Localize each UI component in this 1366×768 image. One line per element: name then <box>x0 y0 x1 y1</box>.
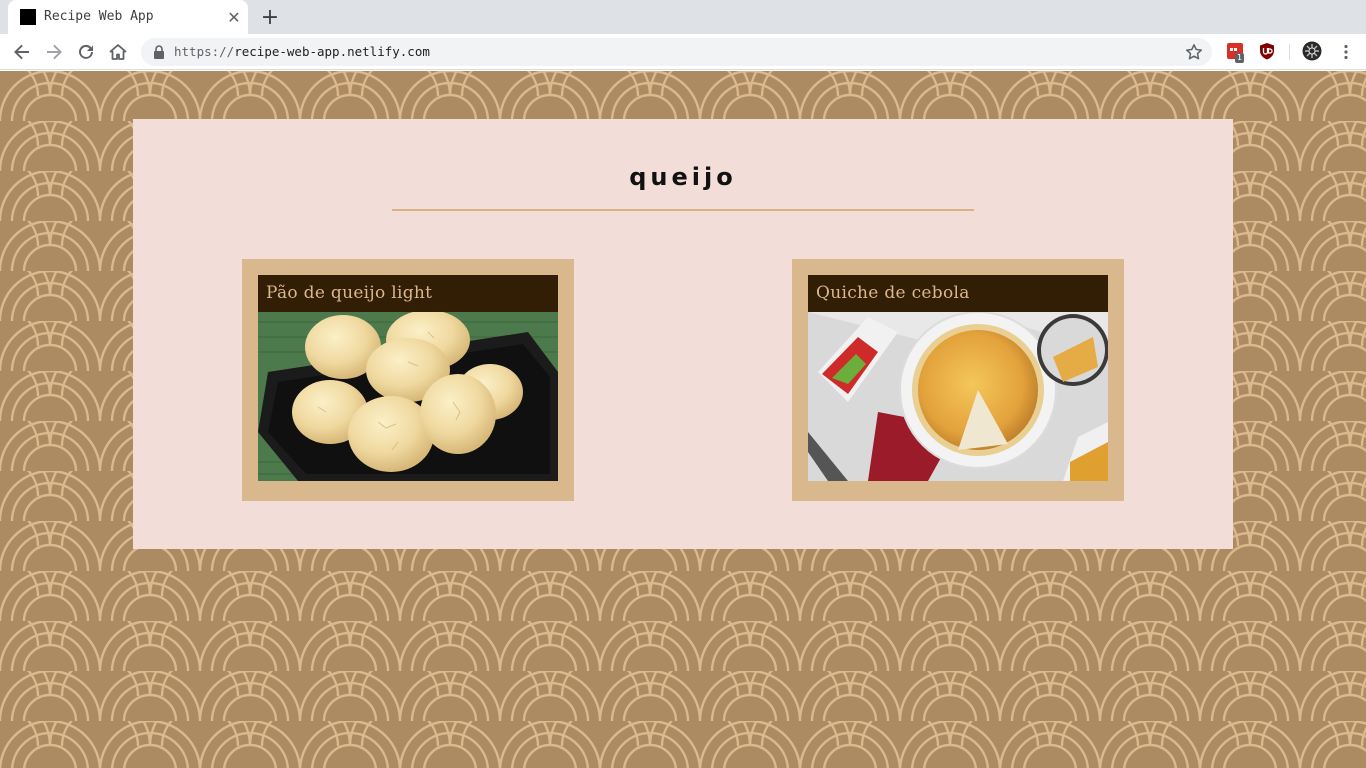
tab-close-icon[interactable]: ✕ <box>224 7 244 27</box>
page-title: queijo <box>629 163 737 191</box>
reload-button[interactable] <box>74 40 98 64</box>
url-text: https://recipe-web-app.netlify.com <box>174 44 430 59</box>
home-icon <box>109 44 127 60</box>
recipe-card-header: Quiche de cebola <box>808 275 1108 312</box>
reload-icon <box>79 44 93 59</box>
home-button[interactable] <box>106 40 130 64</box>
recipe-title: Quiche de cebola <box>816 283 970 303</box>
forward-icon <box>47 44 62 60</box>
ublock-button[interactable] <box>1258 42 1276 60</box>
tab-title: Recipe Web App <box>44 9 154 24</box>
forward-button[interactable] <box>42 40 66 64</box>
url-host: recipe-web-app.netlify.com <box>234 44 430 59</box>
recipes-panel: queijo Pão de queijo light Quiche de ceb… <box>133 119 1233 549</box>
page-viewport: queijo Pão de queijo light Quiche de ceb… <box>0 71 1366 768</box>
cheese-bread-photo <box>258 312 558 481</box>
tab-strip: Recipe Web App ✕ + <box>0 0 1366 34</box>
onion-quiche-photo <box>808 312 1108 481</box>
address-bar[interactable]: https://recipe-web-app.netlify.com <box>141 38 1212 66</box>
browser-toolbar: https://recipe-web-app.netlify.com 1 <box>0 34 1366 70</box>
title-underline <box>392 209 974 211</box>
toolbar-divider <box>1289 44 1290 60</box>
menu-icon <box>1344 44 1348 60</box>
favicon-icon <box>20 9 36 25</box>
extension-badge: 1 <box>1235 53 1245 63</box>
new-tab-button[interactable]: + <box>258 5 282 30</box>
lock-icon <box>154 45 164 59</box>
menu-button[interactable] <box>1334 40 1358 64</box>
back-icon <box>14 44 29 60</box>
recipe-card[interactable]: Pão de queijo light <box>242 259 574 501</box>
recipe-card[interactable]: Quiche de cebola <box>792 259 1124 501</box>
recipe-card-header: Pão de queijo light <box>258 275 558 312</box>
back-button[interactable] <box>10 40 34 64</box>
browser-tab[interactable]: Recipe Web App ✕ <box>8 0 248 34</box>
extension-button[interactable]: 1 <box>1226 42 1245 63</box>
star-icon[interactable] <box>1185 43 1203 61</box>
url-scheme: https:// <box>174 44 235 59</box>
recipe-title: Pão de queijo light <box>266 283 433 303</box>
ublock-icon <box>1260 43 1274 60</box>
profile-button[interactable] <box>1302 41 1322 61</box>
profile-icon <box>1302 41 1322 61</box>
